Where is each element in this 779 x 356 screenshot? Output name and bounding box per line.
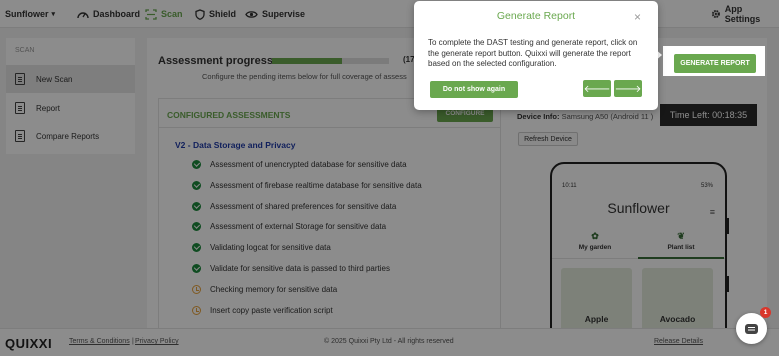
arrow-right-icon: 🡒 [614, 83, 642, 95]
generate-report-button[interactable]: GENERATE REPORT [674, 54, 756, 73]
previous-button[interactable]: 🡐 [583, 80, 611, 97]
next-button[interactable]: 🡒 [614, 80, 642, 97]
close-icon[interactable]: × [634, 10, 641, 24]
chat-icon [745, 323, 758, 334]
do-not-show-again-button[interactable]: Do not show again [430, 81, 518, 98]
popover-title: Generate Report [496, 10, 576, 22]
chat-button[interactable] [736, 313, 767, 344]
tour-popover: Generate Report × To complete the DAST t… [414, 1, 658, 110]
arrow-left-icon: 🡐 [583, 83, 611, 95]
popover-body: To complete the DAST testing and generat… [428, 38, 638, 68]
notification-badge: 1 [760, 307, 771, 318]
